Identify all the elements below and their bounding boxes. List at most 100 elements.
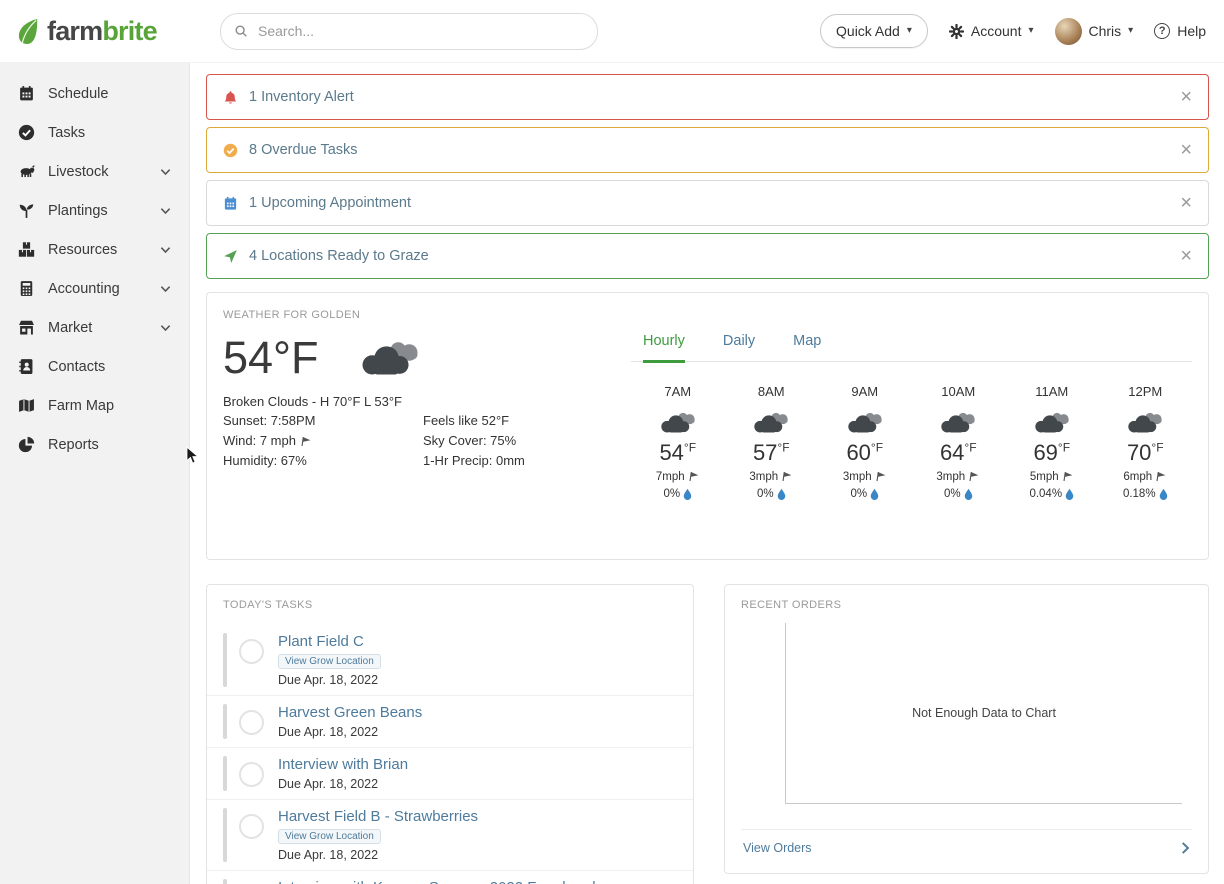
sidebar: Schedule Tasks Livestock Plantings Resou… (0, 62, 190, 884)
sidebar-item-resources[interactable]: Resources (0, 230, 189, 269)
app-logo[interactable]: farmbrite (0, 17, 190, 46)
sidebar-item-accounting[interactable]: Accounting (0, 269, 189, 308)
task-title-link[interactable]: Harvest Field B - Strawberries (278, 808, 478, 825)
alert-inventory: 1 Inventory Alert × (206, 74, 1209, 120)
weather-summary: Broken Clouds - H 70°F L 53°F (223, 394, 402, 409)
weather-title: WEATHER FOR GOLDEN (223, 309, 361, 321)
task-checkbox[interactable] (239, 639, 264, 664)
sidebar-item-label: Resources (48, 241, 118, 258)
alert-locations-graze: 4 Locations Ready to Graze × (206, 233, 1209, 279)
view-grow-location-badge[interactable]: View Grow Location (278, 654, 381, 669)
task-checkbox[interactable] (239, 814, 264, 839)
close-icon[interactable]: × (1180, 140, 1192, 160)
clouds-icon (1125, 409, 1165, 436)
close-icon[interactable]: × (1180, 87, 1192, 107)
logo-farm: farm (47, 15, 103, 46)
task-title-link[interactable]: Interview with Brian (278, 756, 408, 773)
help-label: Help (1177, 23, 1206, 39)
tab-daily[interactable]: Daily (723, 333, 755, 361)
alert-link-inventory[interactable]: 1 Inventory Alert (249, 89, 354, 105)
wind-flag-icon (1154, 470, 1168, 484)
weather-forecast: Hourly Daily Map 7AM 54°F 7mph 0% 8AM 57… (623, 307, 1192, 545)
orders-footer: View Orders (741, 829, 1192, 859)
task-due-date: Due Apr. 18, 2022 (278, 673, 379, 687)
droplet-icon (870, 488, 879, 500)
chevron-down-icon[interactable] (160, 285, 171, 293)
boxes-icon (18, 241, 35, 258)
clouds-icon (845, 409, 885, 436)
task-title-link[interactable]: Interview with Kenny - Summer 2022 Farmh… (278, 879, 596, 884)
clouds-icon (751, 409, 791, 436)
sidebar-item-contacts[interactable]: Contacts (0, 347, 189, 386)
chevron-down-icon[interactable] (160, 168, 171, 176)
view-grow-location-badge[interactable]: View Grow Location (278, 829, 381, 844)
caret-down-icon: ▾ (1128, 25, 1134, 36)
main-content: 1 Inventory Alert × 8 Overdue Tasks × 1 … (191, 62, 1224, 884)
clouds-icon (938, 409, 978, 436)
tasks-title: TODAY'S TASKS (223, 599, 313, 611)
tab-hourly[interactable]: Hourly (643, 333, 685, 363)
task-accent-bar (223, 756, 227, 791)
search-input[interactable] (256, 22, 584, 40)
bell-icon (223, 90, 238, 105)
tab-map[interactable]: Map (793, 333, 821, 361)
caret-down-icon: ▾ (906, 25, 912, 36)
humidity: Humidity: 67% (223, 453, 307, 468)
task-title-link[interactable]: Harvest Green Beans (278, 704, 422, 721)
weather-tabs: Hourly Daily Map (631, 333, 1192, 363)
sidebar-item-label: Tasks (48, 124, 86, 141)
sidebar-item-farm-map[interactable]: Farm Map (0, 386, 189, 425)
feels-like: Feels like 52°F (423, 413, 510, 428)
sidebar-item-label: Plantings (48, 202, 108, 219)
account-menu[interactable]: Account ▾ (949, 23, 1034, 39)
task-checkbox[interactable] (239, 762, 264, 787)
task-due-date: Due Apr. 18, 2022 (278, 777, 379, 791)
address-book-icon (18, 358, 35, 375)
task-due-date: Due Apr. 18, 2022 (278, 848, 379, 862)
calendar-icon (18, 85, 35, 102)
alert-link-overdue-tasks[interactable]: 8 Overdue Tasks (249, 142, 358, 158)
search-box[interactable] (220, 12, 598, 50)
sunset: Sunset: 7:58PM (223, 413, 316, 428)
cow-icon (18, 163, 35, 180)
gear-icon (949, 24, 964, 39)
sidebar-item-livestock[interactable]: Livestock (0, 152, 189, 191)
task-row: Harvest Field B - Strawberries View Grow… (207, 800, 693, 871)
user-name: Chris (1088, 23, 1122, 39)
close-icon[interactable]: × (1180, 193, 1192, 213)
wind: Wind: 7 mph (223, 431, 423, 451)
task-accent-bar (223, 808, 227, 862)
orders-title: RECENT ORDERS (741, 599, 842, 611)
chevron-down-icon[interactable] (160, 207, 171, 215)
alert-link-upcoming-appointment[interactable]: 1 Upcoming Appointment (249, 195, 411, 211)
hourly-forecast-column: 11AM 69°F 5mph 0.04% (1005, 384, 1099, 500)
alert-link-locations-graze[interactable]: 4 Locations Ready to Graze (249, 248, 429, 264)
close-icon[interactable]: × (1180, 246, 1192, 266)
sidebar-item-label: Schedule (48, 85, 109, 102)
chevron-right-icon[interactable] (1181, 841, 1190, 855)
task-checkbox[interactable] (239, 710, 264, 735)
user-menu[interactable]: Chris ▾ (1054, 17, 1134, 45)
sidebar-item-plantings[interactable]: Plantings (0, 191, 189, 230)
task-row: Interview with Kenny - Summer 2022 Farmh… (207, 871, 693, 884)
sidebar-item-market[interactable]: Market (0, 308, 189, 347)
droplet-icon (683, 488, 692, 500)
chart-empty-message: Not Enough Data to Chart (912, 706, 1056, 720)
app-header: farmbrite Quick Add ▾ Account ▾ Chris ▾ … (0, 0, 1224, 63)
sidebar-item-tasks[interactable]: Tasks (0, 113, 189, 152)
chevron-down-icon[interactable] (160, 324, 171, 332)
recent-orders-card: RECENT ORDERS Not Enough Data to Chart V… (724, 584, 1209, 874)
wind-flag-icon (780, 470, 794, 484)
sidebar-item-label: Farm Map (48, 397, 115, 414)
weather-details-right: Feels like 52°F Sky Cover: 75% 1-Hr Prec… (423, 411, 623, 471)
sidebar-item-schedule[interactable]: Schedule (0, 74, 189, 113)
header-actions: Quick Add ▾ Account ▾ Chris ▾ ? Help (820, 14, 1224, 48)
task-title-link[interactable]: Plant Field C (278, 633, 381, 650)
logo-text: farmbrite (47, 15, 158, 46)
chevron-down-icon[interactable] (160, 246, 171, 254)
view-orders-link[interactable]: View Orders (743, 841, 812, 855)
sidebar-item-reports[interactable]: Reports (0, 425, 189, 464)
help-menu[interactable]: ? Help (1154, 23, 1206, 39)
quick-add-button[interactable]: Quick Add ▾ (820, 14, 928, 48)
task-row: Plant Field C View Grow Location Due Apr… (207, 625, 693, 696)
